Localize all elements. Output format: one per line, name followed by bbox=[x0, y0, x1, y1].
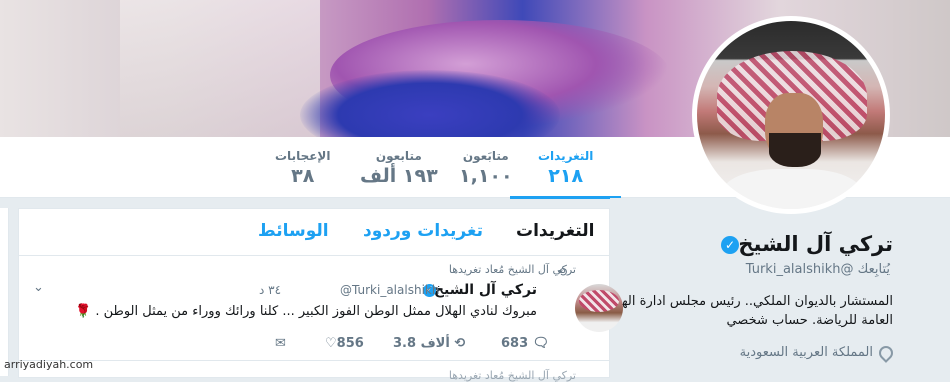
stat-following[interactable]: متابَعون ١,١٠٠ bbox=[459, 149, 513, 187]
avatar-beard bbox=[769, 133, 821, 167]
retweet-button[interactable]: 3.8 ألاف ⟲ bbox=[393, 336, 465, 351]
tweet-author-name[interactable]: تركي آل الشيخ bbox=[434, 282, 537, 298]
retweet-count: 3.8 ألاف bbox=[393, 336, 450, 351]
tweet-avatar[interactable] bbox=[575, 284, 623, 332]
stat-label: التغريدات bbox=[538, 149, 594, 163]
profile-avatar[interactable] bbox=[692, 16, 890, 214]
left-column-edge bbox=[0, 208, 9, 376]
stat-likes[interactable]: الإعجابات ٣٨ bbox=[275, 149, 330, 187]
stat-followers[interactable]: متابعون ١٩٣ ألف bbox=[360, 149, 438, 187]
stat-label: الإعجابات bbox=[275, 149, 331, 163]
reply-icon: 🗨 bbox=[532, 336, 550, 351]
handle-text[interactable]: @Turki_alalshikh bbox=[746, 262, 854, 277]
timeline-tabs: التغريدات تغريدات وردود الوسائط bbox=[19, 209, 609, 256]
tab-tweets-replies[interactable]: تغريدات وردود bbox=[363, 221, 483, 241]
tweet-timestamp[interactable]: ٣٤ د bbox=[259, 283, 281, 297]
profile-bio: المستشار بالديوان الملكي.. رئيس مجلس ادا… bbox=[607, 294, 893, 328]
profile-name[interactable]: تركي آل الشيخ bbox=[738, 232, 893, 256]
tweet-body: مبروك لنادي الهلال ممثل الوطن الفوز الكب… bbox=[95, 304, 537, 319]
reply-count: 683 bbox=[501, 336, 529, 351]
banner-image-part bbox=[120, 0, 320, 137]
location-pin-icon bbox=[876, 342, 896, 363]
heart-icon: ♡ bbox=[325, 336, 337, 351]
rose-emoji: 🌹 bbox=[75, 304, 92, 319]
stat-value: ٣٨ bbox=[291, 165, 315, 187]
tweet-actions: 683 🗨 3.8 ألاف ⟲ ♡856 ✉ bbox=[275, 336, 555, 356]
follows-you-label: يُتابِعك bbox=[857, 262, 890, 277]
stat-value: ١٩٣ ألف bbox=[360, 165, 438, 187]
envelope-icon: ✉ bbox=[275, 336, 286, 351]
reply-button[interactable]: 683 🗨 bbox=[501, 336, 549, 351]
stat-value: ٢١٨ bbox=[548, 165, 584, 187]
timeline-card: التغريدات تغريدات وردود الوسائط ⟲ تركي آ… bbox=[18, 208, 623, 382]
retweet-icon: ⟲ bbox=[454, 336, 466, 351]
avatar-headdress bbox=[579, 290, 619, 312]
profile-handle: يُتابِعك @Turki_alalshikh bbox=[746, 262, 890, 277]
stat-label: متابَعون bbox=[462, 149, 509, 163]
stat-label: متابعون bbox=[375, 149, 422, 163]
watermark: arriyadiyah.com bbox=[4, 358, 94, 371]
verified-badge-icon: ✓ bbox=[721, 236, 739, 254]
stat-tweets[interactable]: التغريدات ٢١٨ bbox=[509, 149, 622, 199]
tweet-author-handle[interactable]: @Turki_alalshikh bbox=[340, 283, 439, 297]
avatar-photo bbox=[697, 21, 885, 209]
retweet-context: تركي آل الشيخ مُعاد تغريدها bbox=[448, 263, 576, 276]
chevron-down-icon[interactable]: ⌄ bbox=[33, 280, 44, 295]
tab-tweets[interactable]: التغريدات bbox=[516, 221, 594, 241]
avatar-thobe bbox=[722, 169, 862, 209]
location-text: المملكة العربية السعودية bbox=[739, 345, 873, 360]
tweet-text: مبروك لنادي الهلال ممثل الوطن الفوز الكب… bbox=[37, 304, 537, 319]
like-button[interactable]: ♡856 bbox=[325, 336, 364, 351]
tweet-item[interactable]: ⟲ تركي آل الشيخ مُعاد تغريدها تركي آل ال… bbox=[19, 256, 623, 361]
like-count: 856 bbox=[336, 336, 364, 351]
stat-value: ١,١٠٠ bbox=[459, 165, 513, 187]
message-button[interactable]: ✉ bbox=[275, 336, 286, 351]
profile-location: المملكة العربية السعودية bbox=[739, 342, 896, 363]
tab-media[interactable]: الوسائط bbox=[258, 221, 329, 241]
